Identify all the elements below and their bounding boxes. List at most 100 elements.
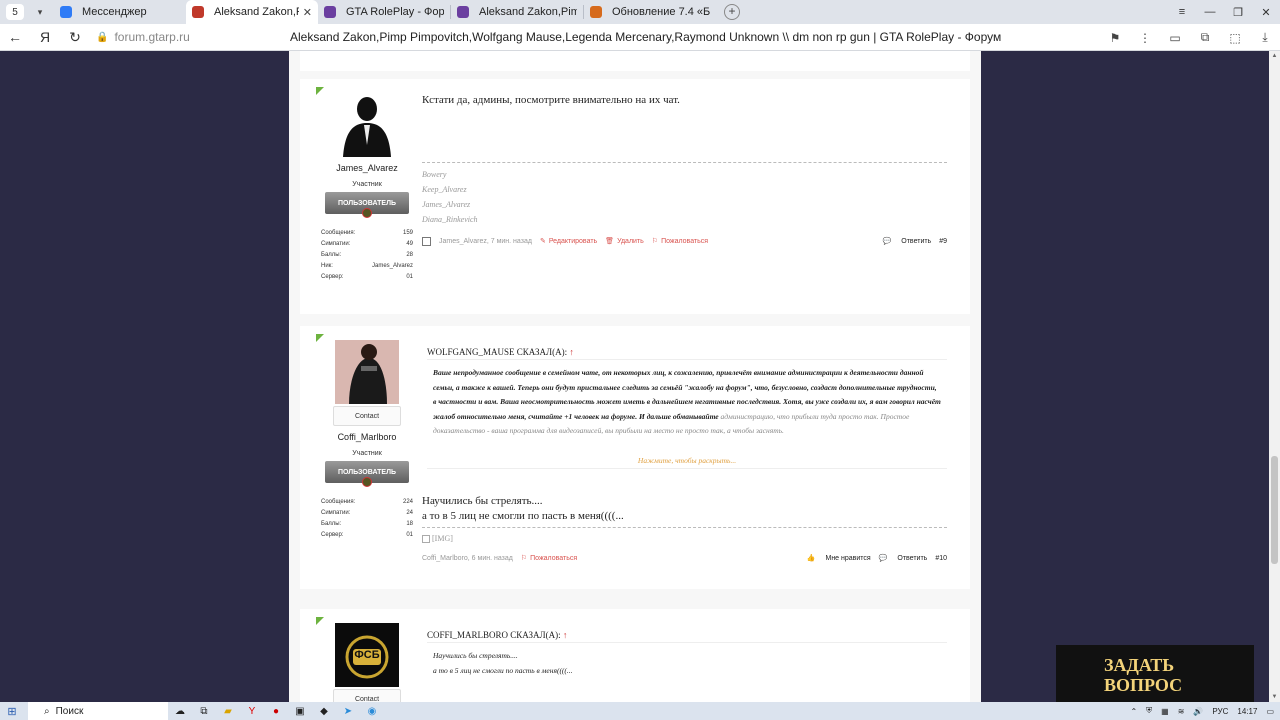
post-author-time[interactable]: James_Alvarez, 7 мин. назад [439,238,532,245]
avatar[interactable] [335,340,399,404]
avatar[interactable] [335,93,399,157]
more-icon[interactable]: ⋮ [1130,31,1160,45]
browser-tab-messenger[interactable]: Мессенджер [54,0,186,24]
delete-button[interactable]: 🗑 Удалить [605,237,644,246]
shield-icon[interactable]: ⛨ [1146,706,1152,716]
close-window-icon[interactable]: ✕ [1252,6,1280,19]
contact-button[interactable]: Contact [333,689,401,702]
quote-jump-arrow-icon[interactable]: ↑ [563,630,568,640]
select-post-checkbox[interactable] [422,236,431,246]
reply-button[interactable]: 💬 Ответить [883,237,932,245]
banner-text: ПОЛЬЗОВАТЕЛЬ [337,468,397,476]
weather-icon[interactable]: ☁ [168,706,192,717]
edit-button[interactable]: ✎ Редактировать [540,237,597,246]
reload-icon[interactable]: ↻ [60,29,90,46]
report-icon: ⚐ [651,238,659,245]
network-icon[interactable]: ▦ [1161,707,1169,716]
reply-button[interactable]: 💬 Ответить [879,554,928,562]
battery-icon[interactable]: ▭ [1160,31,1190,45]
minimize-icon[interactable]: — [1196,6,1224,18]
rank-emblem-icon [362,208,372,218]
user-rank-banner: ПОЛЬЗОВАТЕЛЬ [325,192,409,218]
post-username[interactable]: Coffi_Marlboro [321,432,413,442]
scroll-down-arrow-icon[interactable]: ▼ [1271,694,1278,700]
taskbar-search[interactable]: ⌕ Поиск [28,702,168,720]
bookmark-icon[interactable]: ⚑ [1100,31,1130,45]
post-message-text: Научились бы стрелять.... а то в 5 лиц н… [422,494,947,543]
menu-icon[interactable]: ≡ [1168,6,1196,18]
page-scrollbar[interactable]: ▲ ▼ [1269,51,1280,702]
volume-icon[interactable]: 🔊 [1193,707,1203,716]
back-arrow-icon[interactable]: ← [0,29,30,45]
contact-button[interactable]: Contact [333,406,401,426]
record-icon[interactable]: ● [264,706,288,717]
telegram-icon[interactable]: ➤ [336,706,360,717]
url-field[interactable]: forum.gtarp.ru [114,30,294,44]
browser-tab-thread[interactable]: Aleksand Zakon,Pimp Pimp [451,0,583,24]
language-indicator[interactable]: РУС [1212,707,1228,716]
wifi-icon[interactable]: ≋ [1178,707,1185,716]
windows-start-icon[interactable]: ⊞ [0,705,24,718]
stat-label: Сервер: [321,274,344,280]
post-username[interactable]: James_Alvarez [321,163,413,173]
page-title: Aleksand Zakon,Pimp Pimpovitch,Wolfgang … [290,30,1002,44]
quote-jump-arrow-icon[interactable]: ↑ [569,347,574,357]
post-card: ФСБ Contact COFFI_MARLBORO СКАЗАЛ(А): ↑ … [300,609,970,702]
report-button[interactable]: ⚐ Пожаловаться [651,237,708,246]
report-button[interactable]: ⚐ Пожаловаться [521,554,577,563]
clock[interactable]: 14:17 [1237,707,1257,716]
chevron-down-icon[interactable]: ▾ [32,4,48,20]
scrollbar-thumb[interactable] [1271,456,1278,564]
ask-question-widget[interactable]: ЗАДАТЬ ВОПРОС [1056,645,1254,702]
close-icon[interactable]: ✕ [303,6,312,19]
user-title: Участник [352,450,382,457]
image-alt-text: [IMG] [432,534,453,543]
downloads-icon[interactable]: ⤓ [1250,30,1280,45]
notifications-icon[interactable]: ▭ [1266,707,1274,716]
post-number[interactable]: #10 [935,555,947,562]
scroll-up-arrow-icon[interactable]: ▲ [1271,53,1278,59]
like-button[interactable]: 👍 Мне нравится [807,554,871,562]
launcher-icon[interactable]: ◆ [312,706,336,717]
extension-icon[interactable]: ⬚ [1220,31,1250,45]
stat-value: 28 [406,252,413,258]
stat-row: Симпатии: 49 [321,241,413,252]
post-actions: Coffi_Marlboro, 6 мин. назад ⚐ Пожаловать… [422,551,947,565]
stat-label: Баллы: [321,252,342,258]
post-author-time[interactable]: Coffi_Marlboro, 6 мин. назад [422,555,513,562]
yandex-icon[interactable]: Я [30,29,60,45]
user-stats: Сообщения: 159 Симпатии: 49 Баллы: 28 Ник: J… [321,230,413,285]
tab-counter[interactable]: 5 [6,4,24,20]
new-tab-plus-icon[interactable]: + [724,4,740,20]
yandex-browser-icon[interactable]: Y [240,706,264,717]
quote-line: Научились бы стрелять.... [433,651,518,660]
tray-chevron-icon[interactable]: ⌃ [1130,707,1137,716]
browser-app-icon[interactable]: ◉ [360,706,384,717]
quote-header[interactable]: WOLFGANG_MAUSE СКАЗАЛ(А): ↑ [427,344,947,360]
browser-tab-active[interactable]: Aleksand Zakon,Pimp P ✕ [186,0,318,24]
broken-image[interactable]: [IMG] [422,534,947,543]
post-divider: [IMG] [422,527,947,543]
stat-value: 24 [406,510,413,516]
expand-quote-link[interactable]: Нажмите, чтобы раскрыть... [427,454,947,468]
stat-value: 49 [406,241,413,247]
browser-tab-forum[interactable]: GTA RolePlay - Форум [318,0,450,24]
browser-tab-update[interactable]: Обновление 7.4 «Боевая [584,0,716,24]
restore-icon[interactable]: ❐ [1224,6,1252,19]
signature-line: Keep_Alvarez [422,185,467,194]
search-label: Поиск [55,705,84,717]
post-number[interactable]: #9 [939,238,947,245]
avatar[interactable]: ФСБ [335,623,399,687]
quote-header[interactable]: COFFI_MARLBORO СКАЗАЛ(А): ↑ [427,627,947,643]
game-icon[interactable]: ▣ [288,706,312,717]
quote-body: Ваше непродуманное сообщение в семейном … [427,360,947,454]
quote-author: COFFI_MARLBORO СКАЗАЛ(А): [427,630,561,640]
task-view-icon[interactable]: ⧉ [192,706,216,717]
lock-icon: 🔒 [96,31,109,43]
collections-icon[interactable]: ⧉ [1190,30,1220,45]
file-explorer-icon[interactable]: ▰ [216,706,240,717]
tab-title: Мессенджер [82,6,147,18]
post-user-info: James_Alvarez Участник ПОЛЬЗОВАТЕЛЬ Сооб… [321,93,413,285]
post-text: Кстати да, админы, посмотрите внимательн… [422,94,680,106]
signature-line: Bowery [422,170,447,179]
